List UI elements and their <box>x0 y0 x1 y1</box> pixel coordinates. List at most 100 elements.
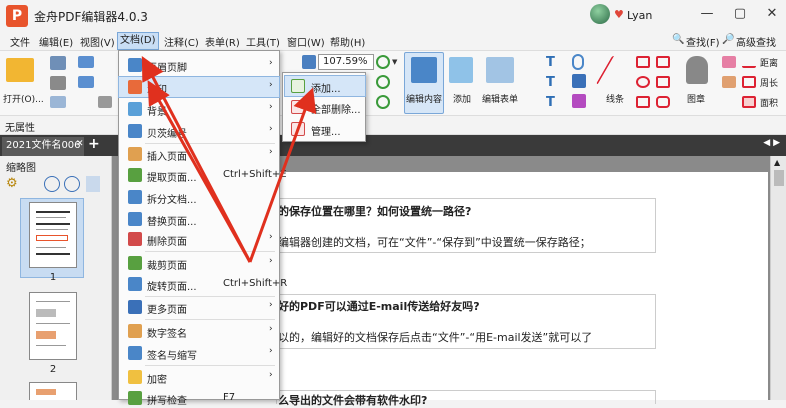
zoom-in-icon[interactable] <box>376 55 390 69</box>
menu-document[interactable]: 文档(D) <box>117 32 159 50</box>
crop-pages-icon <box>128 256 142 270</box>
thumb-zoom-out-icon[interactable] <box>44 176 60 192</box>
share-icon[interactable] <box>78 76 94 88</box>
submenu-add-watermark[interactable]: 添加... <box>284 75 366 97</box>
thumbnail-page-number: 2 <box>49 364 57 375</box>
stamp-icon[interactable] <box>686 56 708 84</box>
email-icon[interactable] <box>78 56 94 68</box>
menu-separator <box>145 365 275 366</box>
menu-item-rotate-pages[interactable]: 旋转页面... Ctrl+Shift+R <box>119 274 287 294</box>
maximize-button[interactable]: ▢ <box>730 6 750 24</box>
rotate-right-icon[interactable] <box>376 95 390 109</box>
print-icon[interactable] <box>50 76 66 90</box>
pencil-icon[interactable] <box>722 76 736 88</box>
find-button[interactable]: 查找(F) <box>686 34 720 49</box>
thumb-zoom-in-icon[interactable] <box>64 176 80 192</box>
menu-help[interactable]: 帮助(H) <box>328 34 367 49</box>
menu-item-delete-pages[interactable]: 删除页面 › <box>119 229 279 249</box>
close-button[interactable]: ✕ <box>762 6 782 24</box>
submenu-arrow-icon: › <box>269 300 273 310</box>
edit-form-label[interactable]: 编辑表单 <box>482 92 518 105</box>
menu-item-background[interactable]: 背景 › <box>119 99 279 119</box>
menu-window[interactable]: 窗口(W) <box>285 34 327 49</box>
line-label[interactable]: 线条 <box>606 92 624 105</box>
area-icon[interactable] <box>742 96 756 108</box>
zoom-dropdown-icon[interactable]: ▼ <box>392 58 398 66</box>
advanced-find-button[interactable]: 高级查找 <box>736 34 776 49</box>
menu-item-more-pages[interactable]: 更多页面 › <box>119 297 279 317</box>
rotate-left-icon[interactable] <box>376 75 390 89</box>
arrow-tool-icon[interactable] <box>636 56 650 68</box>
user-name[interactable]: Lyan <box>627 9 652 22</box>
ellipse-tool-icon[interactable] <box>636 76 650 88</box>
distance-icon[interactable] <box>742 56 756 68</box>
eraser-icon[interactable] <box>722 56 736 68</box>
submenu-manage-watermarks[interactable]: 管理... <box>285 119 365 139</box>
polygon-tool-icon[interactable] <box>656 76 670 88</box>
menu-form[interactable]: 表单(R) <box>203 34 242 49</box>
menu-comment[interactable]: 注释(C) <box>162 34 201 49</box>
tab-close-icon[interactable]: ✕ <box>76 139 84 149</box>
submenu-delete-all-watermarks[interactable]: 全部删除... <box>285 97 365 117</box>
menu-item-encrypt[interactable]: 加密 › <box>119 367 279 387</box>
audio-icon[interactable] <box>572 94 586 108</box>
add-label[interactable]: 添加 <box>453 92 471 105</box>
open-folder-icon[interactable] <box>6 58 34 82</box>
open-label[interactable]: 打开(O)... <box>3 92 44 105</box>
avatar[interactable] <box>590 4 610 24</box>
menu-item-label: 水印 <box>147 85 167 96</box>
pdf-page[interactable]: 的保存位置在哪里？如何设置统一路径? 编辑器创建的文档，可在“文件”-“保存到”… <box>236 172 768 407</box>
menu-item-split-document[interactable]: 拆分文档... <box>119 187 279 207</box>
menu-item-watermark[interactable]: 水印 › <box>118 76 280 98</box>
minimize-button[interactable]: — <box>697 6 717 24</box>
menu-item-crop-pages[interactable]: 裁剪页面 › <box>119 253 279 273</box>
callout-icon[interactable]: T <box>546 95 560 110</box>
menu-item-digital-signature[interactable]: 数字签名 › <box>119 321 279 341</box>
tab-nav-arrows[interactable]: ◀ ▶ <box>763 138 780 148</box>
stamp-label[interactable]: 图章 <box>687 92 705 105</box>
thumb-settings-icon[interactable]: ⚙ <box>6 176 18 191</box>
perimeter-icon[interactable] <box>742 76 756 88</box>
fit-page-icon[interactable] <box>302 55 316 69</box>
menu-item-header-footer[interactable]: 页眉页脚 › <box>119 55 279 75</box>
text-tool-icon[interactable]: T <box>546 55 560 70</box>
text-box-icon[interactable]: T <box>546 75 560 90</box>
menu-file[interactable]: 文件 <box>8 34 32 49</box>
menu-view[interactable]: 视图(V) <box>78 34 117 49</box>
menu-edit[interactable]: 编辑(E) <box>37 34 75 49</box>
header-footer-icon <box>128 58 142 72</box>
new-tab-button[interactable]: + <box>88 136 100 152</box>
zoom-input[interactable]: 107.59% <box>318 54 374 70</box>
menu-item-spell-check[interactable]: 拼写检查 F7 <box>119 388 279 408</box>
watermark-icon <box>128 80 142 94</box>
cloud-tool-icon[interactable] <box>656 96 670 108</box>
faq-question-2: 好的PDF可以通过E-mail传送给好友吗? <box>278 300 480 313</box>
menu-item-label: 页眉页脚 <box>147 63 187 74</box>
add-image-icon[interactable] <box>449 57 473 83</box>
distance-label[interactable]: 距离 <box>760 56 778 69</box>
attach-icon[interactable] <box>572 54 584 70</box>
scan-icon[interactable] <box>50 96 66 108</box>
thumbnail-page-3[interactable] <box>29 382 77 400</box>
menu-item-extract-pages[interactable]: 提取页面... Ctrl+Shift+E <box>119 165 287 185</box>
area-label[interactable]: 面积 <box>760 96 778 109</box>
thumbnail-page-1[interactable] <box>29 202 77 268</box>
vertical-scrollbar[interactable]: ▲ <box>770 156 786 400</box>
thumbnail-page-2[interactable] <box>29 292 77 360</box>
scroll-thumb[interactable] <box>774 170 784 186</box>
menu-item-bates-number[interactable]: 贝茨编号 › <box>119 121 279 141</box>
tab-document[interactable]: 2021文件名006 <box>2 137 84 156</box>
menu-item-replace-pages[interactable]: 替换页面... <box>119 209 279 229</box>
scroll-up-icon[interactable]: ▲ <box>774 158 780 167</box>
thumb-rotate-icon[interactable] <box>86 176 100 192</box>
polyline-tool-icon[interactable] <box>636 96 650 108</box>
menu-item-insert-pages[interactable]: 插入页面 › <box>119 144 279 164</box>
menu-item-sign-initials[interactable]: 签名与缩写 › <box>119 343 279 363</box>
undo-icon[interactable] <box>98 96 112 108</box>
perimeter-label[interactable]: 周长 <box>760 76 778 89</box>
menu-tools[interactable]: 工具(T) <box>244 34 282 49</box>
rectangle-tool-icon[interactable] <box>656 56 670 68</box>
save-icon[interactable] <box>50 56 66 70</box>
link-icon[interactable] <box>572 74 586 88</box>
edit-form-icon[interactable] <box>486 57 514 83</box>
